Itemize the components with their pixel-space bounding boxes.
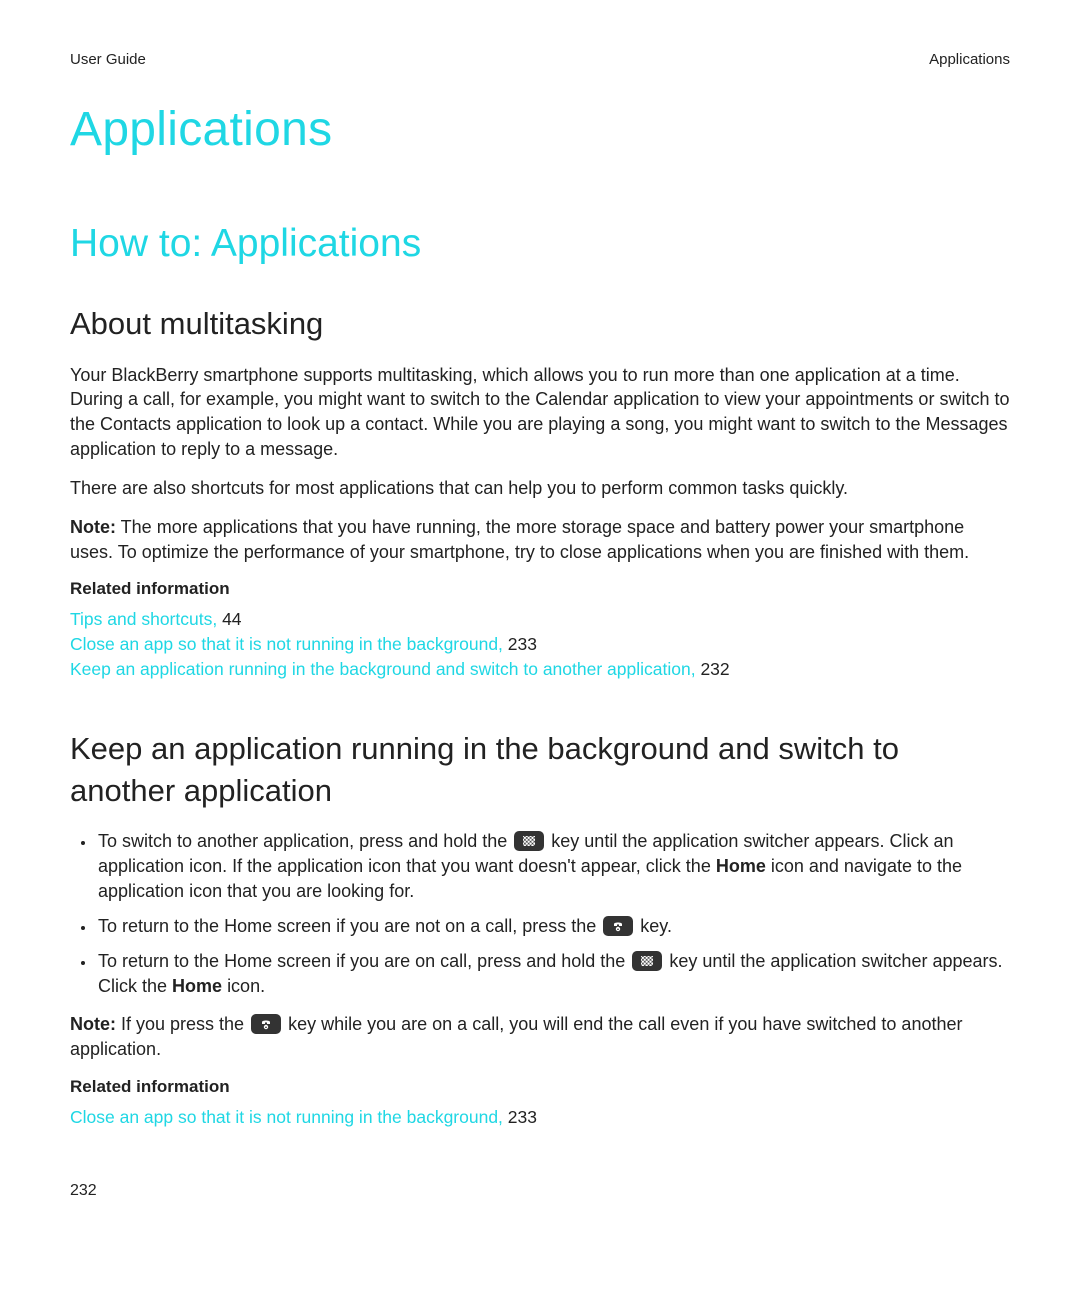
chapter-title: Applications (70, 98, 1010, 163)
about-p1: Your BlackBerry smartphone supports mult… (70, 363, 1010, 462)
link-page: 232 (696, 659, 730, 679)
link-keep-app-running[interactable]: Keep an application running in the backg… (70, 659, 696, 679)
related-link-row: Close an app so that it is not running i… (70, 632, 1010, 657)
link-close-app[interactable]: Close an app so that it is not running i… (70, 634, 503, 654)
related-info-heading: Related information (70, 1076, 1010, 1099)
about-heading: About multitasking (70, 303, 1010, 345)
about-note: Note: The more applications that you hav… (70, 515, 1010, 565)
link-tips-shortcuts[interactable]: Tips and shortcuts, (70, 609, 217, 629)
end-key-icon (603, 916, 633, 936)
header-right: Applications (929, 50, 1010, 70)
text: icon. (227, 976, 265, 996)
note-label: Note: (70, 517, 116, 537)
list-item: To return to the Home screen if you are … (96, 914, 1010, 939)
keep-heading: Keep an application running in the backg… (70, 728, 1010, 812)
home-label: Home (716, 856, 766, 876)
page-number: 232 (70, 1180, 1010, 1202)
instruction-list: To switch to another application, press … (70, 829, 1010, 998)
note-body: The more applications that you have runn… (70, 517, 969, 562)
related-link-row: Keep an application running in the backg… (70, 657, 1010, 682)
text: To switch to another application, press … (98, 831, 512, 851)
list-item: To return to the Home screen if you are … (96, 949, 1010, 999)
about-p2: There are also shortcuts for most applic… (70, 476, 1010, 501)
text: If you press the (116, 1014, 249, 1034)
section-heading: How to: Applications (70, 218, 1010, 271)
page-root: User Guide Applications Applications How… (0, 0, 1080, 1231)
related-link-row: Close an app so that it is not running i… (70, 1105, 1010, 1130)
link-page: 233 (503, 634, 537, 654)
home-label: Home (172, 976, 222, 996)
menu-key-icon (514, 831, 544, 851)
header-left: User Guide (70, 50, 146, 70)
end-key-icon (251, 1014, 281, 1034)
text: To return to the Home screen if you are … (98, 951, 630, 971)
link-page: 233 (503, 1107, 537, 1127)
text: key. (640, 916, 672, 936)
list-item: To switch to another application, press … (96, 829, 1010, 903)
related-link-row: Tips and shortcuts, 44 (70, 607, 1010, 632)
link-close-app[interactable]: Close an app so that it is not running i… (70, 1107, 503, 1127)
link-page: 44 (217, 609, 241, 629)
note-label: Note: (70, 1014, 116, 1034)
page-header: User Guide Applications (70, 50, 1010, 70)
text: To return to the Home screen if you are … (98, 916, 601, 936)
menu-key-icon (632, 951, 662, 971)
keep-note: Note: If you press the key while you are… (70, 1012, 1010, 1062)
related-info-heading: Related information (70, 578, 1010, 601)
